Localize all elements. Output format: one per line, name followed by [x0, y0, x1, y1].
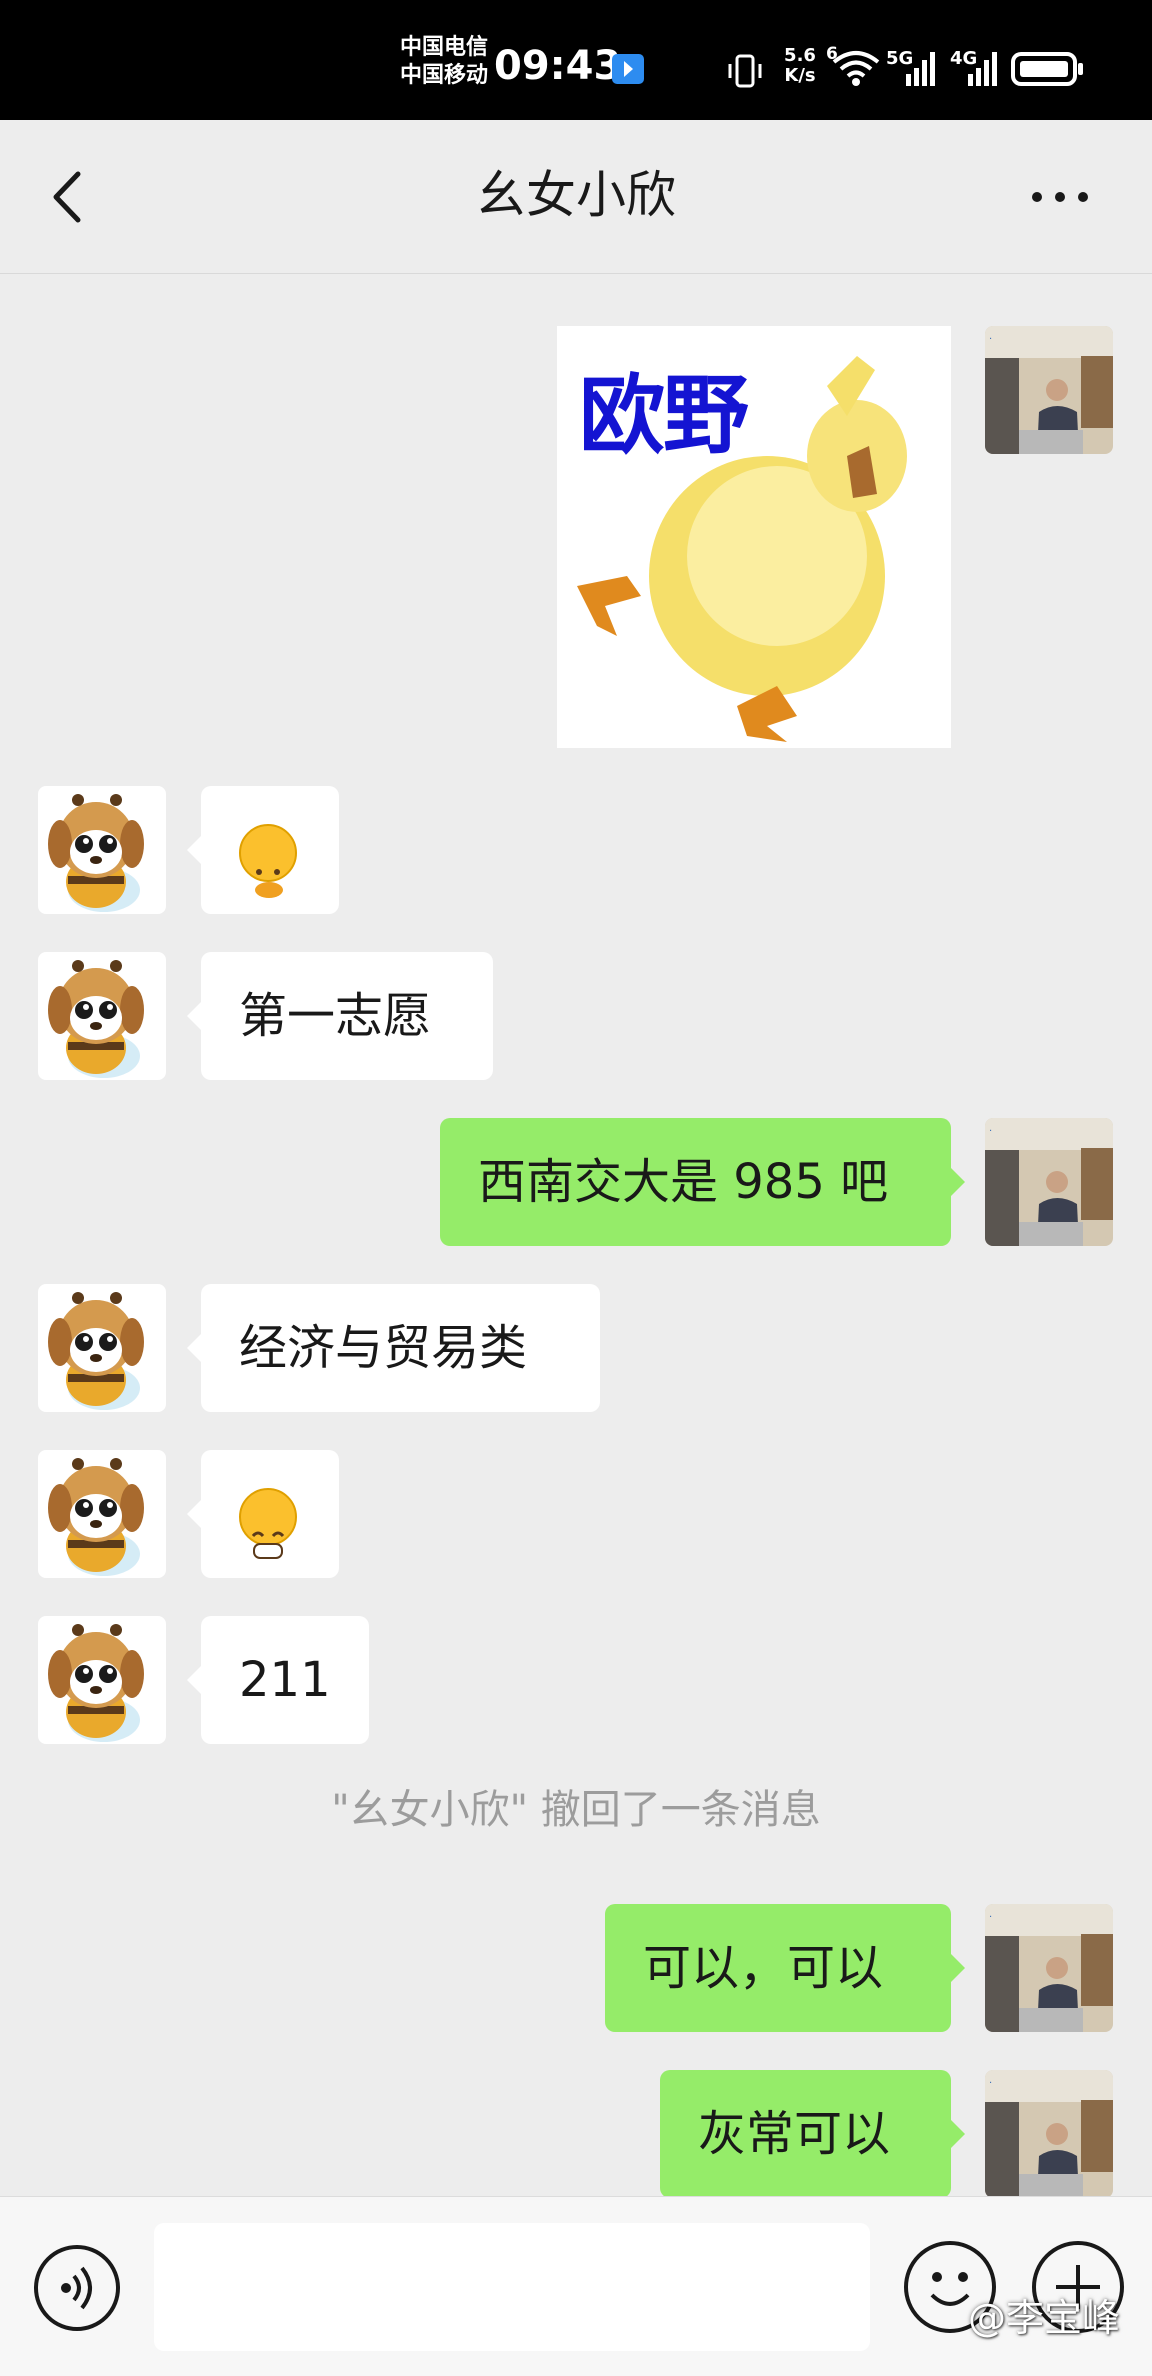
outgoing-message[interactable]: 可以，可以 — [605, 1904, 965, 2032]
network-speed: 5.6 K/s — [784, 45, 816, 86]
status-time: 09:43 — [494, 43, 622, 89]
contact-avatar[interactable] — [38, 786, 166, 914]
recall-notice: "幺女小欣" 撤回了一条消息 — [331, 1787, 821, 1833]
my-avatar[interactable] — [985, 1904, 1113, 2032]
signal-5g-icon — [906, 52, 935, 86]
carrier-names: 中国电信 中国移动 — [400, 34, 492, 90]
incoming-message[interactable]: 经济与贸易类 — [187, 1284, 600, 1412]
message-input[interactable] — [154, 2223, 870, 2351]
grinning-emoji-icon — [239, 1488, 297, 1559]
voice-button[interactable] — [34, 2245, 120, 2331]
back-button[interactable] — [40, 162, 100, 232]
incoming-message[interactable]: 211 — [187, 1616, 369, 1744]
chat-title: 幺女小欣 — [476, 166, 676, 224]
chat-header: 幺女小欣 — [0, 120, 1152, 274]
contact-avatar[interactable] — [38, 1284, 166, 1412]
contact-avatar[interactable] — [38, 1450, 166, 1578]
carrier-2: 中国移动 — [400, 63, 489, 88]
hand-over-mouth-emoji-icon — [239, 824, 297, 898]
carrier-1: 中国电信 — [400, 35, 489, 60]
wifi-label: 6 — [826, 44, 838, 64]
incoming-message[interactable] — [187, 1450, 339, 1578]
message-list[interactable]: · — [0, 274, 1152, 2196]
battery-icon — [1011, 52, 1083, 86]
outgoing-message[interactable]: 灰常可以 — [660, 2070, 965, 2196]
more-options-button[interactable] — [1020, 170, 1100, 220]
input-bar: @李宝峰 — [0, 2196, 1152, 2376]
more-dots-icon — [1032, 192, 1042, 202]
signal-4g-icon — [968, 52, 997, 86]
my-avatar[interactable] — [985, 326, 1113, 454]
contact-avatar[interactable] — [38, 1616, 166, 1744]
my-avatar[interactable] — [985, 2070, 1113, 2196]
sticker-message[interactable]: 欧野 — [557, 326, 951, 748]
chevron-left-icon — [53, 171, 81, 223]
vibrate-icon — [728, 54, 762, 88]
incoming-message[interactable] — [187, 786, 339, 914]
voice-icon — [61, 2266, 92, 2310]
contact-avatar[interactable] — [38, 952, 166, 1080]
watermark: @李宝峰 — [968, 2296, 1121, 2340]
outgoing-message[interactable]: 西南交大是 985 吧 — [440, 1118, 965, 1246]
bluetooth-app-icon — [612, 54, 644, 84]
incoming-message[interactable]: 第一志愿 — [187, 952, 493, 1080]
my-avatar[interactable] — [985, 1118, 1113, 1246]
status-bar: 中国电信 中国移动 09:43 5.6 K/s 6 5G 4G — [0, 0, 1152, 120]
sticker-text: 欧野 — [579, 366, 749, 466]
